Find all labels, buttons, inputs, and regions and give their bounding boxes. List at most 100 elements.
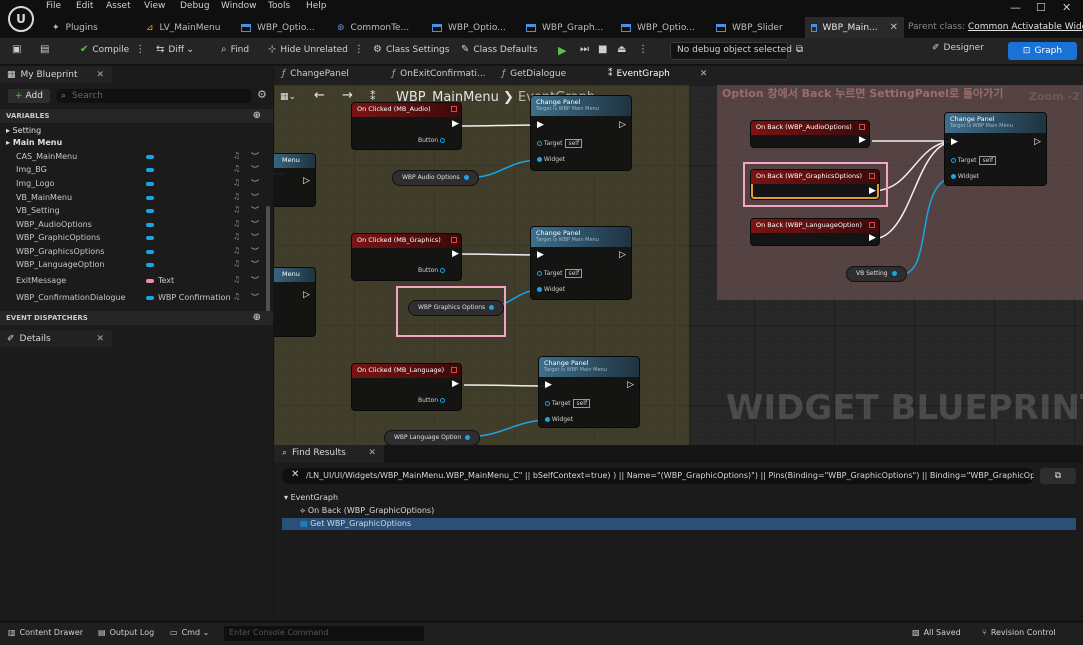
maximize-icon[interactable]: ☐ — [1036, 1, 1046, 14]
exec-out-pin[interactable]: ▷ — [303, 176, 310, 186]
menu-asset[interactable]: Asset — [106, 1, 131, 11]
step-icon[interactable]: ⏭ — [580, 44, 593, 55]
exec-in-pin[interactable]: ▶ — [951, 137, 958, 147]
getter-wbp-audio-options[interactable]: WBP Audio Options — [392, 170, 479, 186]
menu-window[interactable]: Window — [221, 1, 257, 11]
doc-tab-wbp-slider[interactable]: WBP_Slider — [716, 17, 783, 38]
partial-node-mid[interactable]: Menu ▷ — [274, 267, 316, 337]
play-button[interactable]: ▶ — [558, 44, 566, 57]
replication-icon[interactable]: ♫ — [233, 219, 240, 228]
visibility-icon[interactable]: ︶ — [251, 151, 259, 162]
variables-section-header[interactable]: VARIABLES ⊕ — [0, 109, 273, 123]
tab-changepanel[interactable]: ƒ ChangePanel — [282, 69, 349, 79]
close-icon[interactable]: ✕ — [368, 448, 376, 458]
variable-row[interactable]: WBP_AudioOptions ♫ ︶ — [0, 219, 264, 232]
tab-getdialogue[interactable]: ƒ GetDialogue — [502, 69, 566, 79]
exec-out-pin[interactable]: ▷ — [619, 250, 626, 260]
widget-pin[interactable]: Widget — [537, 286, 565, 293]
getter-wbp-language-option[interactable]: WBP Language Option — [384, 430, 481, 445]
menu-file[interactable]: File — [46, 1, 61, 11]
menu-view[interactable]: View — [144, 1, 165, 11]
debug-filter-icon[interactable]: ⧉ — [796, 44, 807, 55]
replication-icon[interactable]: ♫ — [233, 205, 240, 214]
visibility-icon[interactable]: ︶ — [251, 232, 259, 243]
close-icon[interactable]: ✕ — [890, 22, 898, 33]
details-tab[interactable]: ✐ Details ✕ — [0, 330, 112, 347]
left-scrollbar[interactable] — [266, 206, 270, 314]
replication-icon[interactable]: ♫ — [233, 292, 240, 301]
event-dispatchers-section-header[interactable]: EVENT DISPATCHERS ⊕ — [0, 311, 273, 325]
find-results-tab[interactable]: ⌕ Find Results ✕ — [274, 445, 384, 463]
doc-tab-wbp-graphics[interactable]: WBP_Graph... — [526, 17, 603, 38]
event-node-back-audio[interactable]: On Back (WBP_AudioOptions) ▶ — [750, 120, 870, 148]
event-node-clicked-language[interactable]: On Clicked (MB_Language) ▶ Button — [351, 363, 462, 411]
exec-out-pin[interactable]: ▶ — [869, 233, 876, 243]
exec-out-pin[interactable]: ▷ — [1034, 137, 1041, 147]
replication-icon[interactable]: ♫ — [233, 275, 240, 284]
settings-gear-icon[interactable]: ⚙ — [257, 88, 267, 101]
designer-button[interactable]: ✐ Designer — [932, 43, 984, 53]
visibility-icon[interactable]: ︶ — [251, 246, 259, 257]
function-node-change-panel-audio[interactable]: Change Panel Target is WBP Main Menu ▶ ▷ … — [530, 95, 632, 171]
visibility-icon[interactable]: ︶ — [251, 275, 259, 286]
visibility-icon[interactable]: ︶ — [251, 259, 259, 270]
eject-icon[interactable]: ⏏ — [617, 44, 630, 55]
exec-out-pin[interactable]: ▷ — [619, 120, 626, 130]
tab-eventgraph[interactable]: ⁑ EventGraph ✕ — [608, 69, 707, 79]
category-setting[interactable]: ▸ Setting — [6, 126, 41, 135]
doc-tab-wbp-mainmenu[interactable]: WBP_Main... ✕ — [805, 17, 904, 38]
target-pin[interactable]: Target self — [545, 399, 591, 408]
event-node-clicked-audio[interactable]: On Clicked (MB_Audio) ▶ Button — [351, 102, 462, 150]
my-blueprint-tab[interactable]: ▦ My Blueprint ✕ — [0, 66, 112, 83]
visibility-icon[interactable]: ︶ — [251, 205, 259, 216]
target-pin[interactable]: Target self — [951, 156, 997, 165]
exec-out-pin[interactable]: ▶ — [452, 379, 459, 389]
exec-out-pin[interactable]: ▷ — [303, 290, 310, 300]
doc-tab-lv-mainmenu[interactable]: ⊿ LV_MainMenu — [146, 17, 220, 38]
find-button[interactable]: ⌕ Find — [221, 44, 249, 55]
exec-out-pin[interactable]: ▶ — [452, 249, 459, 259]
widget-pin[interactable]: Widget — [537, 156, 565, 163]
result-on-back[interactable]: ⟡ On Back (WBP_GraphicOptions) — [300, 506, 434, 516]
variable-row[interactable]: WBP_GraphicOptions ♫ ︶ — [0, 232, 264, 245]
graph-button[interactable]: ⊡ Graph — [1008, 42, 1077, 60]
close-icon[interactable]: ✕ — [96, 70, 104, 80]
add-dispatcher-icon[interactable]: ⊕ — [253, 311, 261, 325]
doc-tab-wbp-options-3[interactable]: WBP_Optio... — [621, 17, 695, 38]
hide-unrelated-button[interactable]: ⊹ Hide Unrelated ⋮ — [268, 44, 368, 55]
menu-tools[interactable]: Tools — [268, 1, 290, 11]
debug-object-select[interactable]: No debug object selected ⌄ — [670, 42, 802, 60]
replication-icon[interactable]: ♫ — [233, 232, 240, 241]
minimize-icon[interactable]: — — [1010, 1, 1021, 14]
exec-out-pin[interactable]: ▷ — [627, 380, 634, 390]
search-input[interactable]: ⌕ Search — [56, 89, 252, 103]
doc-tab-plugins[interactable]: ✦ Plugins — [52, 17, 98, 38]
button-pin[interactable]: Button — [418, 267, 446, 274]
visibility-icon[interactable]: ︶ — [251, 219, 259, 230]
class-settings-button[interactable]: ⚙ Class Settings — [373, 44, 449, 55]
exec-in-pin[interactable]: ▶ — [545, 380, 552, 390]
variable-row[interactable]: WBP_ConfirmationDialogue WBP Confirmatio… — [0, 292, 264, 305]
content-drawer-button[interactable]: ▥ Content Drawer — [8, 628, 83, 637]
menu-debug[interactable]: Debug — [180, 1, 210, 11]
visibility-icon[interactable]: ︶ — [251, 192, 259, 203]
all-saved-status[interactable]: ▧ All Saved — [912, 628, 961, 637]
close-icon[interactable]: ✕ — [96, 334, 104, 344]
revision-control-button[interactable]: ⑂ Revision Control — [982, 628, 1056, 637]
variable-row[interactable]: WBP_GraphicsOptions ♫ ︶ — [0, 246, 264, 259]
doc-tab-wbp-options-1[interactable]: WBP_Optio... — [241, 17, 315, 38]
function-node-change-panel-back[interactable]: Change Panel Target is WBP Main Menu ▶ ▷ … — [944, 112, 1047, 186]
cmd-button[interactable]: ▭ Cmd ⌄ — [170, 628, 209, 637]
replication-icon[interactable]: ♫ — [233, 192, 240, 201]
browse-icon[interactable]: ▤ — [40, 44, 53, 55]
result-get-wbp-graphicoptions[interactable]: ▤ Get WBP_GraphicOptions — [300, 519, 411, 528]
unreal-logo-icon[interactable]: U — [8, 6, 34, 32]
widget-pin[interactable]: Widget — [951, 173, 979, 180]
find-query-input[interactable]: ✕/LN_UI/UI/Widgets/WBP_MainMenu.WBP_Main… — [282, 468, 1034, 484]
category-main-menu[interactable]: ▸ Main Menu — [6, 138, 62, 147]
widget-pin[interactable]: Widget — [545, 416, 573, 423]
replication-icon[interactable]: ♫ — [233, 151, 240, 160]
function-node-change-panel-graphics[interactable]: Change Panel Target is WBP Main Menu ▶ ▷ … — [530, 226, 632, 300]
variable-row[interactable]: CAS_MainMenu ♫ ︶ — [0, 151, 264, 164]
close-icon[interactable]: ✕ — [700, 69, 708, 79]
